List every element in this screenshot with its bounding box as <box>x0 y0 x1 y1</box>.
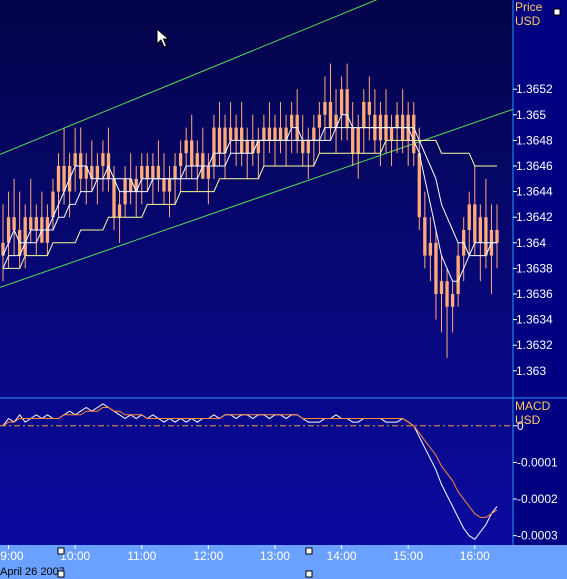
candle-body <box>206 166 211 179</box>
candle-body <box>190 140 194 166</box>
time-tick-label: 13:00 <box>260 549 290 563</box>
candle-body <box>389 127 394 141</box>
price-axis-unit: USD <box>515 14 541 28</box>
price-tick-label: 1.3632 <box>516 338 553 352</box>
chart-window: 1.363 1.3632 1.3634 1.3636 1.3638 1.364 1.3642… <box>0 0 567 579</box>
candle-body <box>428 242 433 256</box>
macd-tick-label: -0.0003 <box>517 529 558 543</box>
candle-body <box>339 89 344 115</box>
candle-body <box>484 217 488 256</box>
price-tick-label: 1.3634 <box>516 313 553 327</box>
candle-body <box>456 255 460 294</box>
candle-body <box>417 153 421 218</box>
candle-body <box>445 281 449 307</box>
time-tick-label: 10:00 <box>60 549 90 563</box>
time-tick-label: 12:00 <box>193 549 223 563</box>
candle-body <box>495 230 499 243</box>
candle-body <box>423 217 427 256</box>
candle-body <box>73 153 77 166</box>
candle-body <box>278 127 283 141</box>
time-tick-label: 15:00 <box>393 549 423 563</box>
date-label: April 26 2007 <box>0 566 65 578</box>
candle-body <box>228 127 233 141</box>
time-tick-label: 16:00 <box>460 549 490 563</box>
candle-body <box>323 102 327 115</box>
price-tick-label: 1.3652 <box>516 82 553 96</box>
candle-body <box>450 294 455 307</box>
candle-body <box>478 217 483 243</box>
price-tick-label: 1.3642 <box>516 210 553 224</box>
candle-body <box>101 153 105 166</box>
candle-body <box>234 127 238 141</box>
candle-body <box>56 166 61 192</box>
price-axis-title: Price <box>515 0 543 14</box>
candle-body <box>434 242 438 294</box>
price-tick-label: 1.365 <box>516 108 546 122</box>
macd-axis-unit: USD <box>515 413 541 427</box>
price-tick-label: 1.364 <box>516 236 546 250</box>
candle-body <box>167 178 172 192</box>
candle-body <box>112 178 116 218</box>
candle-body <box>273 127 277 141</box>
price-tick-label: 1.363 <box>516 364 546 378</box>
candle-body <box>439 281 444 294</box>
candle-body <box>195 153 199 166</box>
resize-handle-icon[interactable] <box>57 547 65 555</box>
resize-handle-icon[interactable] <box>305 570 313 578</box>
candle-body <box>362 102 366 128</box>
candle-body <box>306 140 310 154</box>
candle-body <box>12 217 16 230</box>
resize-handle-icon[interactable] <box>553 8 561 16</box>
candle-body <box>156 166 161 179</box>
candle-body <box>178 153 183 166</box>
candle-body <box>395 114 399 128</box>
candle-body <box>317 114 322 128</box>
candle-body <box>289 114 294 128</box>
candle-body <box>184 140 188 154</box>
candle-body <box>95 166 100 179</box>
candle-body <box>267 127 272 141</box>
candle-body <box>173 166 177 179</box>
candle-body <box>140 166 144 179</box>
macd-axis-title: MACD <box>515 399 551 413</box>
resize-handle-icon[interactable] <box>57 570 65 578</box>
candle-body <box>151 166 155 179</box>
time-tick-label: 14:00 <box>327 549 357 563</box>
macd-tick-label: -0.0002 <box>517 492 558 506</box>
candle-body <box>117 204 122 218</box>
candle-body <box>212 127 216 166</box>
candle-body <box>217 127 222 154</box>
price-tick-label: 1.3636 <box>516 287 553 301</box>
candle-body <box>29 217 33 230</box>
candle-body <box>367 102 372 115</box>
candle-body <box>162 178 166 192</box>
time-tick-label: 09:00 <box>0 549 24 563</box>
candle-body <box>262 127 266 141</box>
candle-body <box>328 102 333 128</box>
chart-svg: 1.363 1.3632 1.3634 1.3636 1.3638 1.364 1.3642… <box>0 0 567 579</box>
price-tick-label: 1.3648 <box>516 133 553 147</box>
candle-body <box>351 127 355 154</box>
candle-body <box>345 89 349 128</box>
candle-body <box>23 217 27 256</box>
candle-body <box>301 140 305 154</box>
macd-tick-label: -0.0001 <box>517 455 558 469</box>
candle-body <box>145 166 149 179</box>
candle-body <box>34 217 38 230</box>
candle-body <box>312 127 316 141</box>
candle-body <box>356 127 360 154</box>
price-tick-label: 1.3644 <box>516 185 553 199</box>
candle-body <box>473 204 477 243</box>
price-tick-label: 1.3646 <box>516 159 553 173</box>
price-tick-label: 1.3638 <box>516 261 553 275</box>
candle-body <box>412 114 416 154</box>
candle-body <box>467 204 471 230</box>
time-tick-label: 11:00 <box>127 549 156 563</box>
candle-body <box>245 140 249 154</box>
resize-handle-icon[interactable] <box>305 547 313 555</box>
